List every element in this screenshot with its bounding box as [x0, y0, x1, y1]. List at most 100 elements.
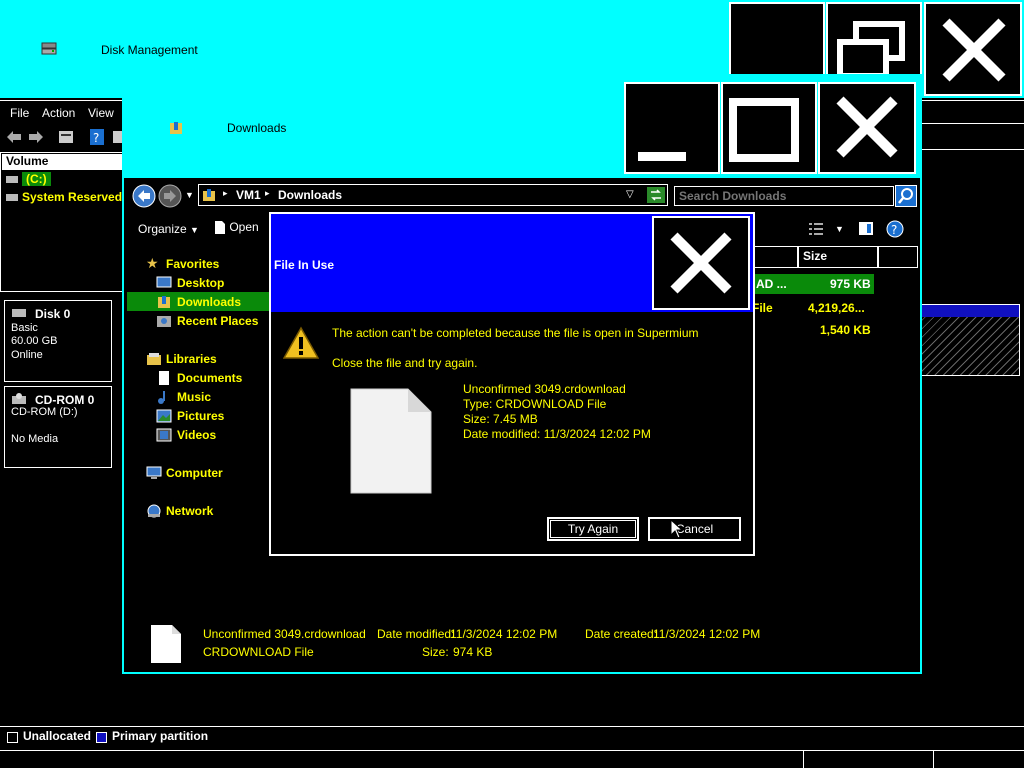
help-icon[interactable]: ? [90, 129, 104, 145]
disk-management-title: Disk Management [101, 43, 198, 57]
dialog-message: The action can't be completed because th… [332, 326, 699, 340]
address-breadcrumb[interactable]: ▸ VM1 ▸ Downloads ▽ [198, 184, 668, 206]
explorer-maximize-button[interactable] [721, 82, 817, 174]
explorer-title: Downloads [227, 121, 287, 135]
dialog-file-type: Type: CRDOWNLOAD File [463, 397, 607, 411]
details-modified-value: 11/3/2024 12:02 PM [450, 627, 558, 641]
menu-view[interactable]: View [88, 106, 114, 120]
dialog-title: File In Use [274, 258, 335, 272]
drive-icon [6, 176, 18, 183]
nav-documents[interactable]: Documents [177, 371, 242, 385]
nav-favorites[interactable]: Favorites [166, 257, 219, 271]
nav-network[interactable]: Network [166, 504, 213, 518]
try-again-button[interactable]: Try Again [547, 517, 639, 541]
refresh-icon[interactable] [647, 187, 665, 203]
disk-0-status: Online [11, 349, 43, 361]
cdrom-0-status: No Media [11, 433, 59, 445]
type-column-header[interactable] [752, 246, 798, 268]
libraries-icon [147, 353, 161, 365]
address-dropdown-icon[interactable]: ▽ [626, 189, 634, 200]
back-button-icon[interactable] [132, 184, 156, 208]
folder-icon [203, 189, 215, 201]
mouse-cursor-icon [670, 519, 684, 539]
file-icon [215, 221, 225, 235]
preview-pane-icon[interactable] [858, 221, 874, 236]
file-row[interactable]: File 4,219,26... [752, 298, 918, 318]
history-dropdown-icon[interactable]: ▼ [185, 190, 194, 200]
disk-management-toolbar: ? [0, 125, 130, 151]
close-icon [836, 96, 898, 158]
dialog-file-size: Size: 7.45 MB [463, 412, 538, 426]
search-icon [898, 188, 913, 204]
breadcrumb-vm1[interactable]: VM1 [236, 188, 261, 202]
file-row[interactable]: AD ... 975 KB [752, 274, 918, 294]
file-list-header: Size [752, 246, 918, 268]
file-icon [350, 388, 432, 494]
view-options-icon[interactable] [808, 222, 824, 236]
file-type: File [752, 301, 773, 315]
disk-management-close-button[interactable] [924, 2, 1022, 96]
forward-button-icon[interactable] [158, 184, 182, 208]
dialog-file-name: Unconfirmed 3049.crdownload [463, 382, 626, 396]
search-button[interactable] [895, 185, 917, 207]
downloads-folder-icon [170, 122, 182, 134]
nav-videos[interactable]: Videos [177, 428, 216, 442]
file-icon [151, 625, 181, 663]
explorer-minimize-button[interactable] [624, 82, 720, 174]
recent-places-icon [157, 316, 171, 327]
menu-file[interactable]: File [10, 106, 29, 120]
unallocated-swatch [7, 732, 18, 743]
disk-management-status-bar [0, 750, 1024, 768]
nav-computer[interactable]: Computer [166, 466, 223, 480]
nav-downloads[interactable]: Downloads [177, 295, 241, 309]
back-arrow-icon[interactable] [6, 130, 22, 144]
help-icon[interactable]: ? [886, 220, 904, 238]
desktop-icon [156, 276, 172, 288]
dialog-file-modified: Date modified: 11/3/2024 12:02 PM [463, 427, 651, 441]
explorer-close-button[interactable] [818, 82, 916, 174]
cdrom-icon [12, 393, 26, 404]
details-created-label: Date created: [585, 627, 658, 641]
forward-arrow-icon[interactable] [28, 130, 44, 144]
disk-icon [12, 309, 26, 317]
documents-icon [159, 371, 169, 385]
svg-text:?: ? [93, 131, 99, 145]
file-type: AD ... [756, 277, 787, 291]
legend-primary-partition: Primary partition [112, 729, 209, 743]
downloads-folder-icon [158, 296, 170, 308]
organize-button[interactable]: Organize ▼ [138, 222, 199, 236]
properties-icon[interactable] [58, 130, 74, 144]
dialog-close-button[interactable] [652, 216, 750, 310]
nav-desktop[interactable]: Desktop [177, 276, 224, 290]
nav-libraries[interactable]: Libraries [166, 352, 217, 366]
menu-action[interactable]: Action [42, 106, 75, 120]
cancel-button[interactable]: Cancel [648, 517, 741, 541]
size-column-header[interactable]: Size [798, 246, 878, 268]
nav-music[interactable]: Music [177, 390, 211, 404]
cdrom-0-panel[interactable]: CD-ROM 0 CD-ROM (D:) No Media [4, 386, 112, 468]
search-downloads-input[interactable] [674, 186, 894, 206]
details-pane: Unconfirmed 3049.crdownload Date modifie… [126, 616, 918, 670]
volume-column-header[interactable]: Volume [2, 154, 124, 170]
network-icon [147, 504, 161, 518]
breadcrumb-separator-icon[interactable]: ▸ [265, 188, 270, 199]
maximize-icon [729, 98, 799, 162]
breadcrumb-separator-icon[interactable]: ▸ [223, 188, 228, 199]
volume-system-reserved[interactable]: System Reserved [22, 190, 122, 204]
partition-block[interactable] [920, 304, 1020, 376]
details-size-label: Size: [422, 645, 449, 659]
details-file-type: CRDOWNLOAD File [203, 645, 314, 659]
view-dropdown-icon[interactable]: ▼ [835, 224, 844, 234]
breadcrumb-downloads[interactable]: Downloads [278, 188, 342, 202]
volume-c[interactable]: (C:) [22, 172, 51, 186]
extra-column-header[interactable] [878, 246, 918, 268]
file-row[interactable]: 1,540 KB [752, 320, 918, 340]
nav-recent-places[interactable]: Recent Places [177, 314, 258, 328]
nav-pictures[interactable]: Pictures [177, 409, 224, 423]
minimize-icon [638, 152, 686, 161]
disk-0-panel[interactable]: Disk 0 Basic 60.00 GB Online [4, 300, 112, 382]
close-icon [670, 232, 732, 294]
open-button[interactable]: Open [214, 220, 259, 235]
details-size-value: 974 KB [453, 645, 493, 659]
details-modified-label: Date modified: [377, 627, 455, 641]
